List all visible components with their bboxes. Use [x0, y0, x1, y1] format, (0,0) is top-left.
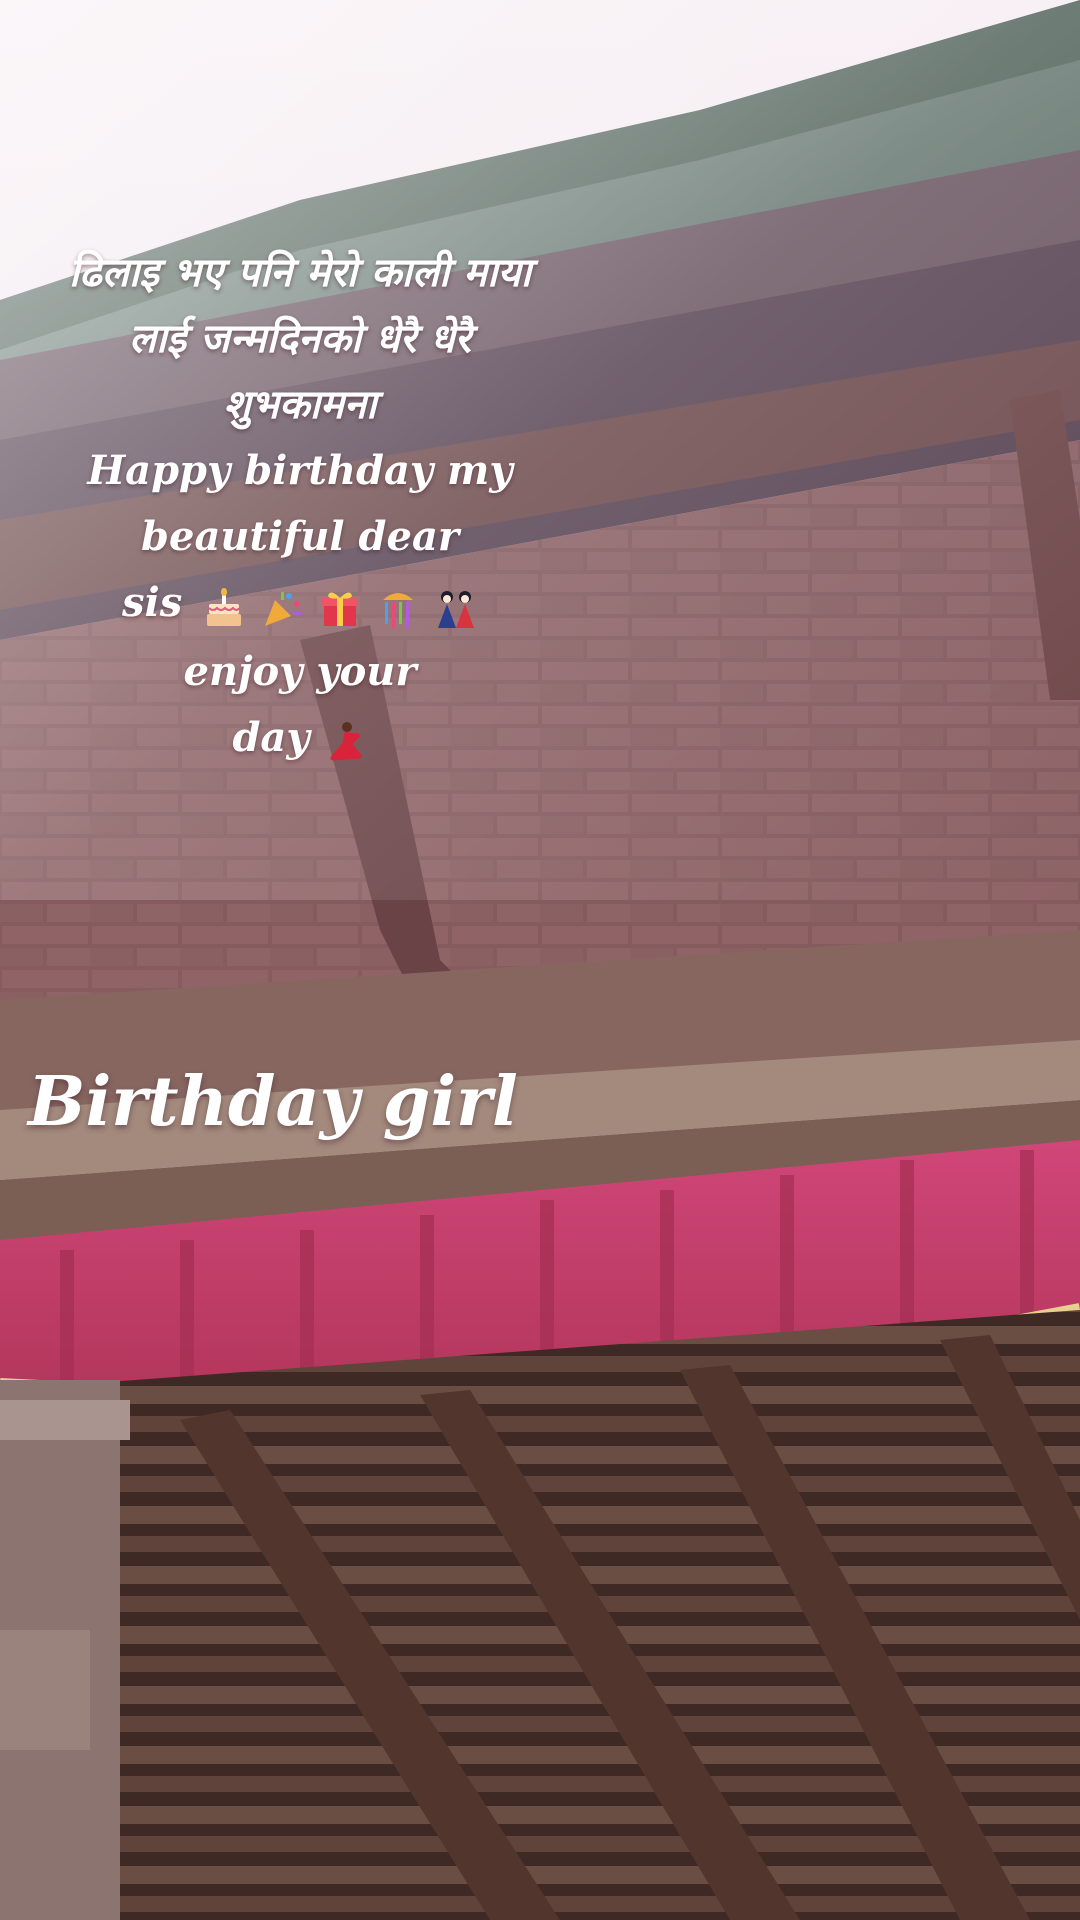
caption-line-2: लाई जन्मदिनको धेरै धेरै — [128, 315, 472, 362]
caption-line-8-text: day — [232, 714, 310, 761]
photo-stage: ढिलाइ भए पनि मेरो काली माया लाई जन्मदिनक… — [0, 0, 1080, 1920]
caption-line-6-text: sis — [122, 579, 183, 626]
caption-line-3: शुभकामना — [223, 381, 377, 428]
wrapped-gift-icon — [322, 592, 359, 626]
celebration-emoji-group — [202, 573, 478, 639]
couple-dolls-icon — [437, 591, 474, 628]
caption-line-6: sis — [30, 570, 570, 639]
caption-line-7: enjoy your — [183, 648, 417, 695]
caption-line-5: beautiful dear — [141, 513, 459, 560]
caption-line-1: ढिलाइ भए पनि मेरो काली माया — [68, 249, 532, 296]
birthday-girl-headline: Birthday girl — [28, 1062, 518, 1142]
birthday-caption: ढिलाइ भए पनि मेरो काली माया लाई जन्मदिनक… — [30, 240, 570, 771]
caption-line-4: Happy birthday my — [87, 447, 513, 494]
confetti-ball-icon — [383, 593, 414, 628]
party-popper-icon — [265, 592, 302, 626]
dancer-icon — [330, 722, 362, 761]
birthday-cake-icon — [207, 588, 242, 626]
caption-line-8: day — [30, 705, 570, 771]
